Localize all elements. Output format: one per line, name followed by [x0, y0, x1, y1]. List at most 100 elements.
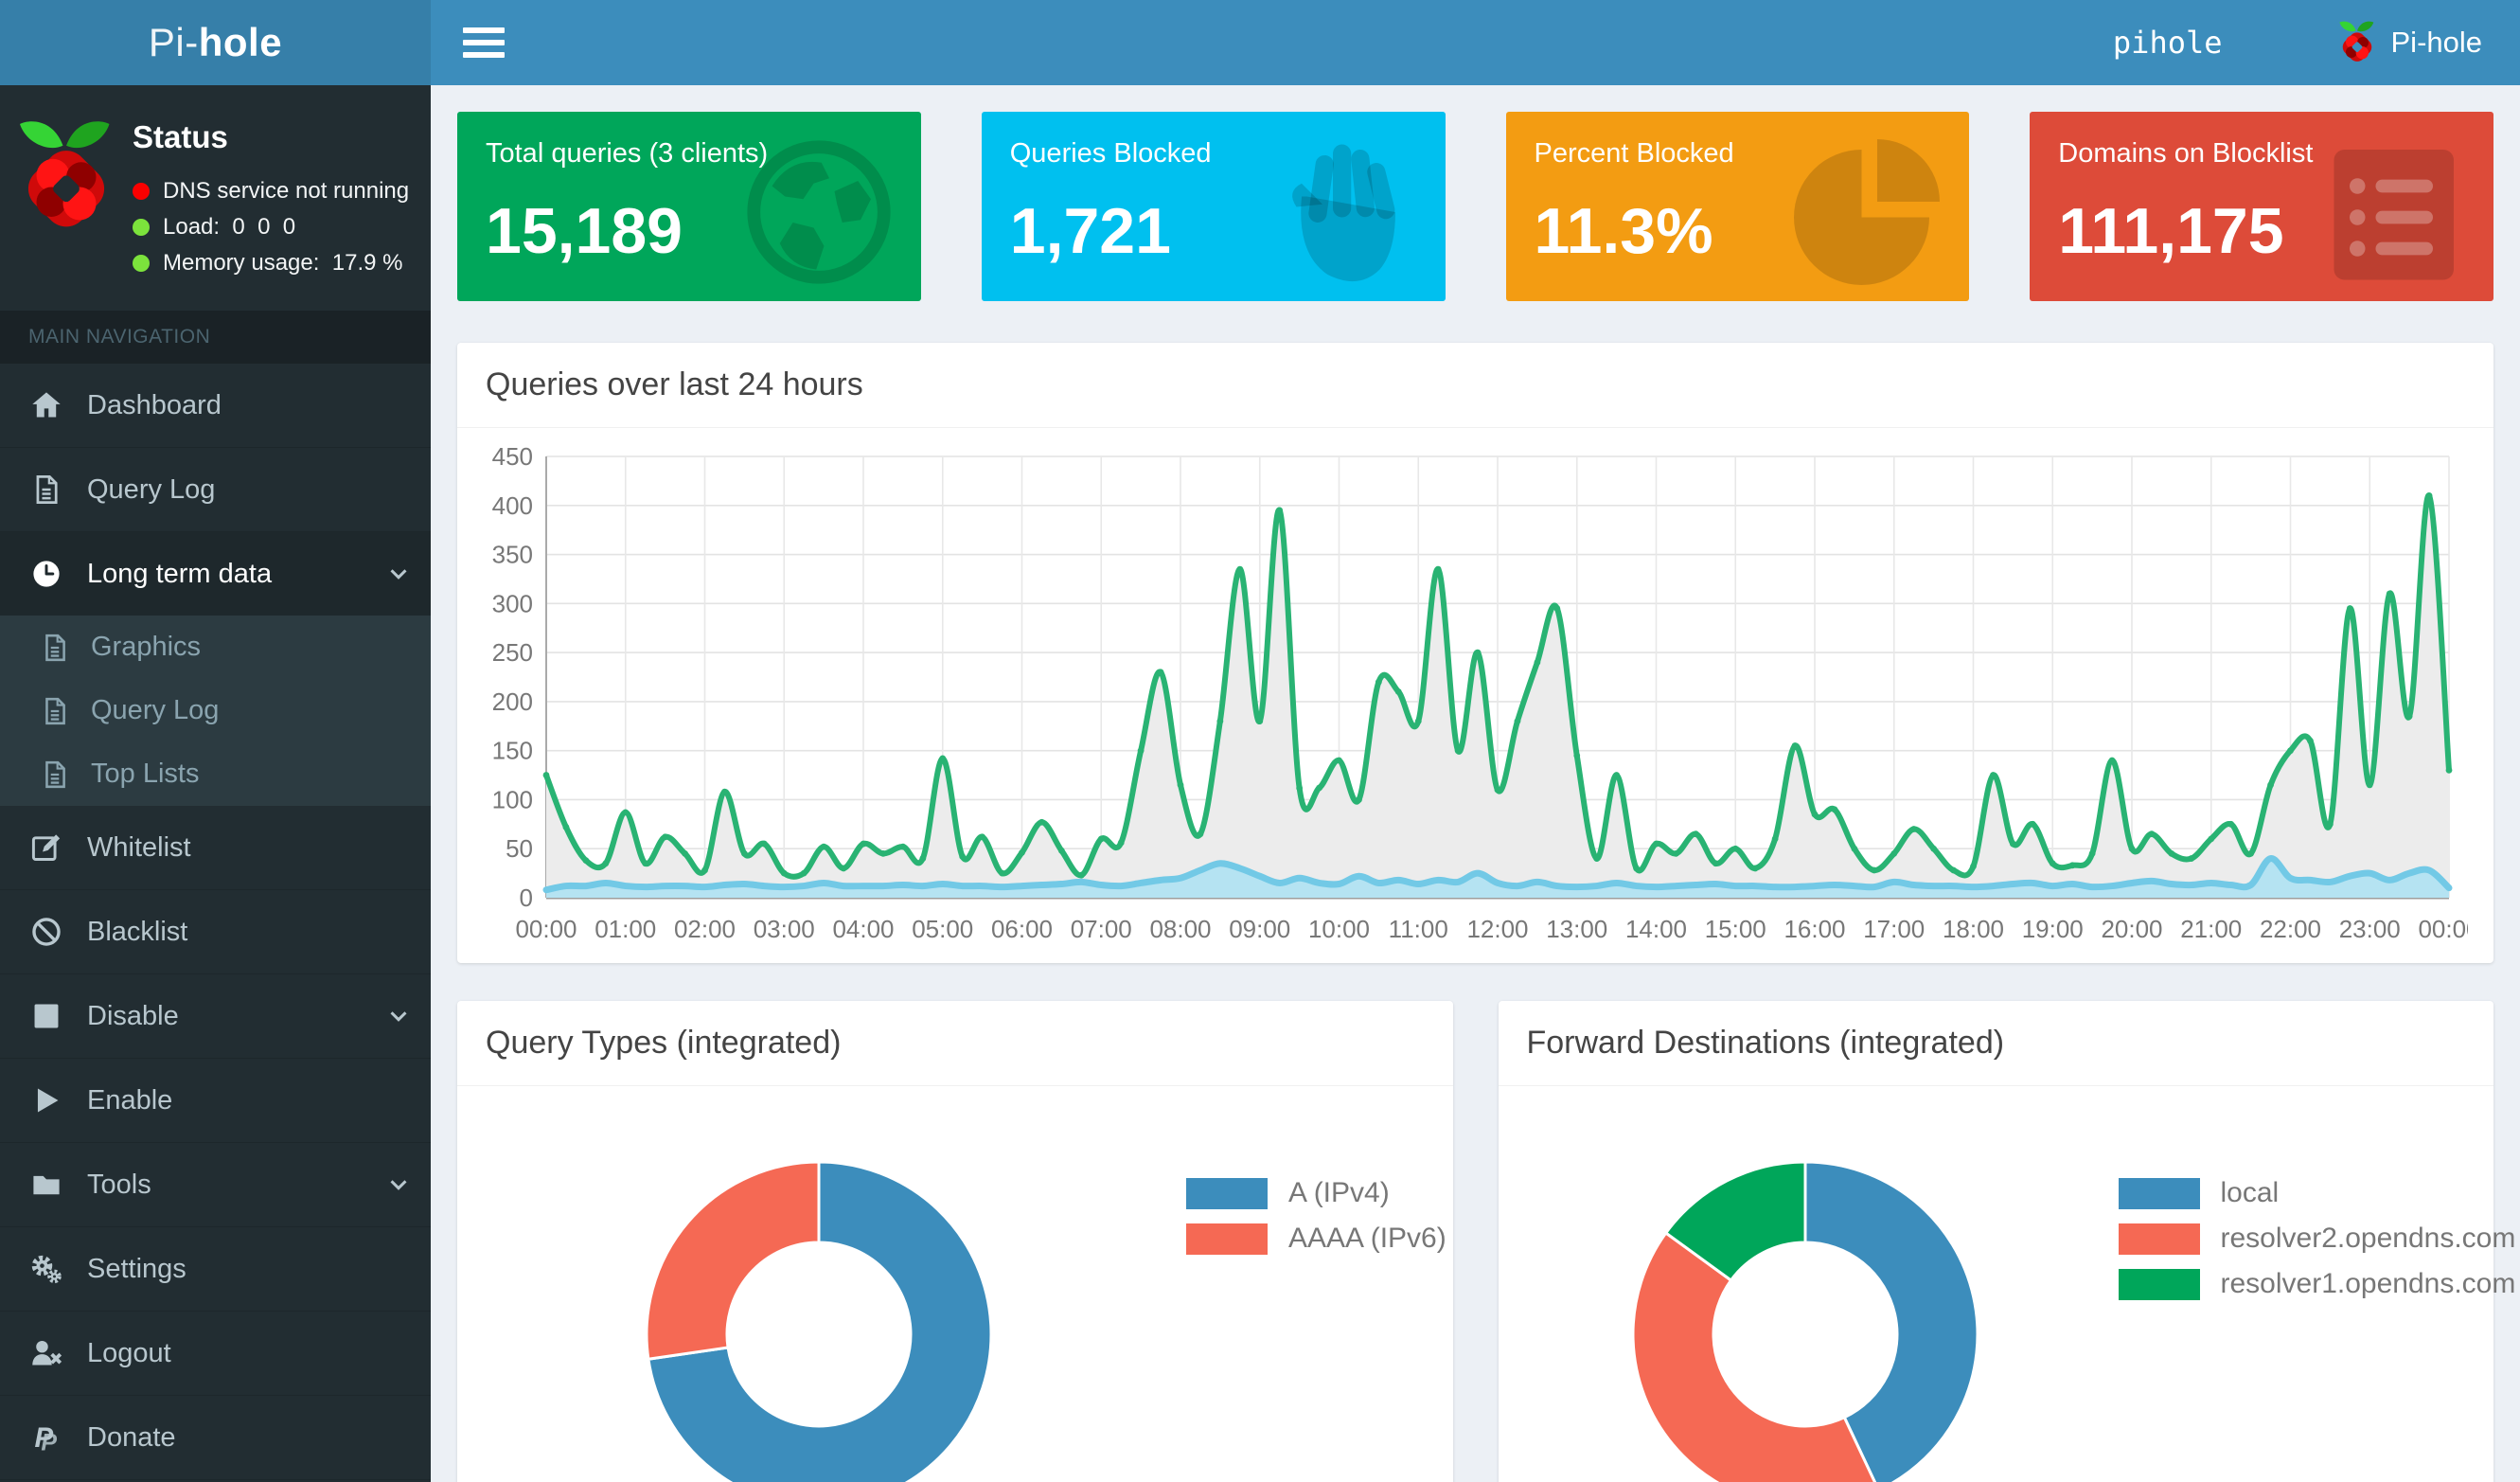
- pencil-square-icon: [31, 834, 61, 861]
- svg-text:08:00: 08:00: [1149, 915, 1211, 943]
- sidebar-item-query-log[interactable]: Query Log: [0, 448, 431, 532]
- legend-item[interactable]: A (IPv4): [1186, 1177, 1446, 1209]
- svg-text:17:00: 17:00: [1863, 915, 1925, 943]
- legend-item[interactable]: resolver1.opendns.com: [2118, 1268, 2515, 1300]
- dashboard-content: Total queries (3 clients) 15,189 Queries…: [431, 85, 2520, 1482]
- ban-icon: [32, 918, 61, 946]
- card-domains-blocklist[interactable]: Domains on Blocklist 111,175: [2030, 112, 2493, 301]
- chevron-down-icon: [390, 569, 407, 580]
- sidebar-subitem-graphics[interactable]: Graphics: [0, 616, 431, 679]
- hostname-label[interactable]: pihole: [2113, 25, 2223, 61]
- query-types-donut-chart[interactable]: [573, 1099, 1065, 1482]
- home-icon: [32, 392, 61, 418]
- gears-icon: [31, 1255, 62, 1284]
- user-brand-label[interactable]: Pi-hole: [2391, 26, 2483, 60]
- pie-chart-icon: [1794, 139, 1941, 285]
- query-types-panel: Query Types (integrated) A (IPv4) AAAA (…: [457, 1001, 1453, 1482]
- svg-text:12:00: 12:00: [1466, 915, 1528, 943]
- svg-text:13:00: 13:00: [1546, 915, 1607, 943]
- sidebar-item-blacklist[interactable]: Blacklist: [0, 890, 431, 974]
- top-navbar: pihole Pi-hole: [431, 0, 2520, 85]
- queries-over-time-chart[interactable]: 0 50 100 150 200 250 300 350 400 450 00:00 01:00 02:…: [470, 441, 2480, 953]
- stop-icon: [34, 1004, 59, 1028]
- svg-text:10:00: 10:00: [1308, 915, 1370, 943]
- svg-text:04:00: 04:00: [832, 915, 894, 943]
- user-times-icon: [32, 1340, 62, 1366]
- svg-text:23:00: 23:00: [2339, 915, 2401, 943]
- card-total-queries[interactable]: Total queries (3 clients) 15,189: [457, 112, 921, 301]
- status-memory-dot: [133, 255, 150, 272]
- status-load-dot: [133, 219, 150, 236]
- pihole-raspberry-icon: [20, 121, 110, 227]
- globe-icon: [747, 140, 891, 284]
- sidebar-item-disable[interactable]: Disable: [0, 974, 431, 1059]
- paypal-icon: PP: [35, 1422, 58, 1454]
- summary-cards: Total queries (3 clients) 15,189 Queries…: [457, 112, 2493, 301]
- svg-text:11:00: 11:00: [1389, 915, 1448, 943]
- svg-text:P: P: [41, 1430, 57, 1454]
- legend-swatch: [2118, 1223, 2200, 1255]
- svg-text:16:00: 16:00: [1784, 915, 1845, 943]
- svg-text:50: 50: [506, 834, 533, 863]
- svg-text:01:00: 01:00: [595, 915, 656, 943]
- svg-text:06:00: 06:00: [991, 915, 1053, 943]
- card-queries-blocked[interactable]: Queries Blocked 1,721: [981, 112, 1446, 301]
- sidebar-subitem-query-log[interactable]: Query Log: [0, 679, 431, 742]
- legend-swatch: [1186, 1223, 1268, 1255]
- svg-text:400: 400: [492, 491, 533, 520]
- hand-stop-icon: [1291, 144, 1395, 282]
- svg-text:300: 300: [492, 589, 533, 617]
- sidebar-item-settings[interactable]: Settings: [0, 1227, 431, 1312]
- brand-logo-bold: hole: [198, 20, 283, 64]
- nav-section-label: MAIN NAVIGATION: [0, 311, 431, 364]
- sidebar-item-whitelist[interactable]: Whitelist: [0, 806, 431, 890]
- panel-title: Query Types (integrated): [457, 1001, 1453, 1086]
- status-dns-dot: [133, 183, 150, 200]
- pihole-admin-app: Pi-hole Status DNS service not running L…: [0, 0, 2520, 1482]
- folder-icon: [33, 1175, 60, 1195]
- svg-text:03:00: 03:00: [754, 915, 815, 943]
- sidebar-item-enable[interactable]: Enable: [0, 1059, 431, 1143]
- file-text-icon: [45, 760, 65, 788]
- legend-item[interactable]: resolver2.opendns.com: [2118, 1223, 2515, 1255]
- svg-text:20:00: 20:00: [2101, 915, 2162, 943]
- legend-item[interactable]: local: [2118, 1177, 2516, 1209]
- panel-title: Queries over last 24 hours: [457, 343, 2493, 428]
- svg-text:00:00: 00:00: [515, 915, 577, 943]
- legend-swatch: [1186, 1177, 1268, 1209]
- sidebar-toggle-button[interactable]: [431, 0, 537, 85]
- status-dns: DNS service not running: [133, 178, 409, 205]
- svg-text:07:00: 07:00: [1071, 915, 1132, 943]
- legend-item[interactable]: AAAA (IPv6): [1186, 1223, 1446, 1255]
- svg-text:150: 150: [492, 737, 533, 765]
- svg-text:00:00: 00:00: [2418, 915, 2468, 943]
- legend-swatch: [2118, 1268, 2200, 1300]
- sidebar-item-dashboard[interactable]: Dashboard: [0, 364, 431, 448]
- sidebar-item-tools[interactable]: Tools: [0, 1143, 431, 1227]
- forward-destinations-donut-chart[interactable]: [1559, 1099, 2051, 1482]
- sidebar: Pi-hole Status DNS service not running L…: [0, 0, 431, 1482]
- status-title: Status: [133, 119, 228, 154]
- sidebar-item-logout[interactable]: Logout: [0, 1312, 431, 1396]
- chevron-down-icon: [390, 1011, 407, 1022]
- svg-text:350: 350: [492, 541, 533, 569]
- card-percent-blocked[interactable]: Percent Blocked 11.3%: [1505, 112, 1970, 301]
- brand-logo[interactable]: Pi-hole: [0, 0, 431, 85]
- svg-text:15:00: 15:00: [1705, 915, 1766, 943]
- sidebar-subitem-top-lists[interactable]: Top Lists: [0, 742, 431, 806]
- play-icon: [37, 1088, 59, 1113]
- clock-icon: [33, 561, 60, 587]
- forward-destinations-legend: local resolver2.opendns.com resolver1.op…: [2118, 1177, 2516, 1313]
- svg-text:100: 100: [492, 785, 533, 813]
- sidebar-item-long-term-data[interactable]: Long term data: [0, 532, 431, 616]
- sidebar-nav: Dashboard Query Log Long term data Graph…: [0, 364, 431, 1482]
- forward-destinations-panel: Forward Destinations (integrated) local …: [1498, 1001, 2515, 1482]
- svg-text:0: 0: [520, 884, 533, 912]
- sidebar-item-donate[interactable]: PP Donate: [0, 1396, 431, 1480]
- panel-title: Forward Destinations (integrated): [1498, 1001, 2493, 1086]
- svg-text:09:00: 09:00: [1229, 915, 1290, 943]
- chevron-down-icon: [390, 1180, 407, 1190]
- svg-text:450: 450: [492, 442, 533, 471]
- file-text-icon: [45, 697, 65, 724]
- svg-text:250: 250: [492, 638, 533, 667]
